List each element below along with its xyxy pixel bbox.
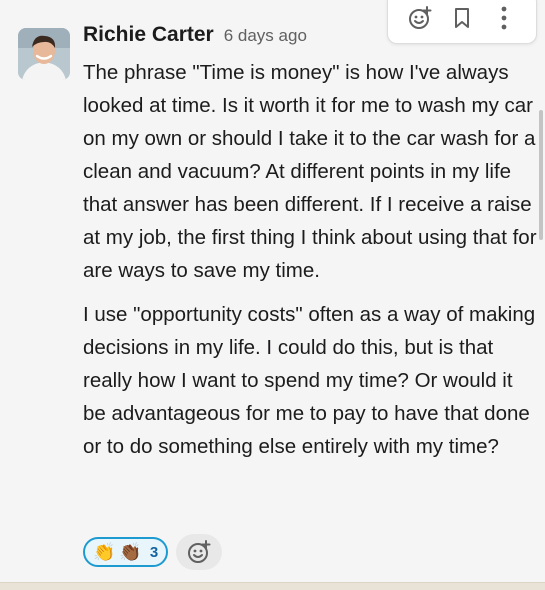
reaction-count: 3 — [149, 543, 159, 561]
save-message-button[interactable] — [446, 2, 478, 34]
more-actions-button[interactable] — [488, 2, 520, 34]
add-reaction-icon — [409, 6, 432, 29]
reactions-bar: 👏 👏🏾 3 — [83, 534, 223, 570]
clap-emoji: 👏 — [93, 542, 116, 562]
message-actions-toolbar — [387, 0, 537, 44]
bookmark-icon — [455, 8, 469, 28]
message-timestamp[interactable]: 6 days ago — [224, 26, 307, 46]
user-avatar-photo — [18, 28, 70, 80]
message-body: The phrase "Time is money" is how I've a… — [83, 56, 538, 463]
reaction-clap[interactable]: 👏 👏🏾 3 — [83, 537, 169, 567]
more-actions-icon — [501, 6, 507, 30]
message-paragraph: I use "opportunity costs" often as a way… — [83, 303, 536, 458]
message-paragraph: The phrase "Time is money" is how I've a… — [83, 61, 537, 282]
bottom-strip — [0, 582, 545, 590]
add-reaction-button[interactable] — [176, 534, 223, 570]
clap-emoji-dark: 👏🏾 — [119, 542, 142, 562]
scrollbar-thumb[interactable] — [539, 110, 543, 240]
author-name[interactable]: Richie Carter — [83, 23, 214, 47]
add-reaction-button[interactable] — [404, 2, 436, 34]
avatar[interactable] — [18, 28, 70, 80]
add-reaction-icon — [188, 540, 211, 563]
message-header: Richie Carter 6 days ago — [83, 23, 307, 47]
